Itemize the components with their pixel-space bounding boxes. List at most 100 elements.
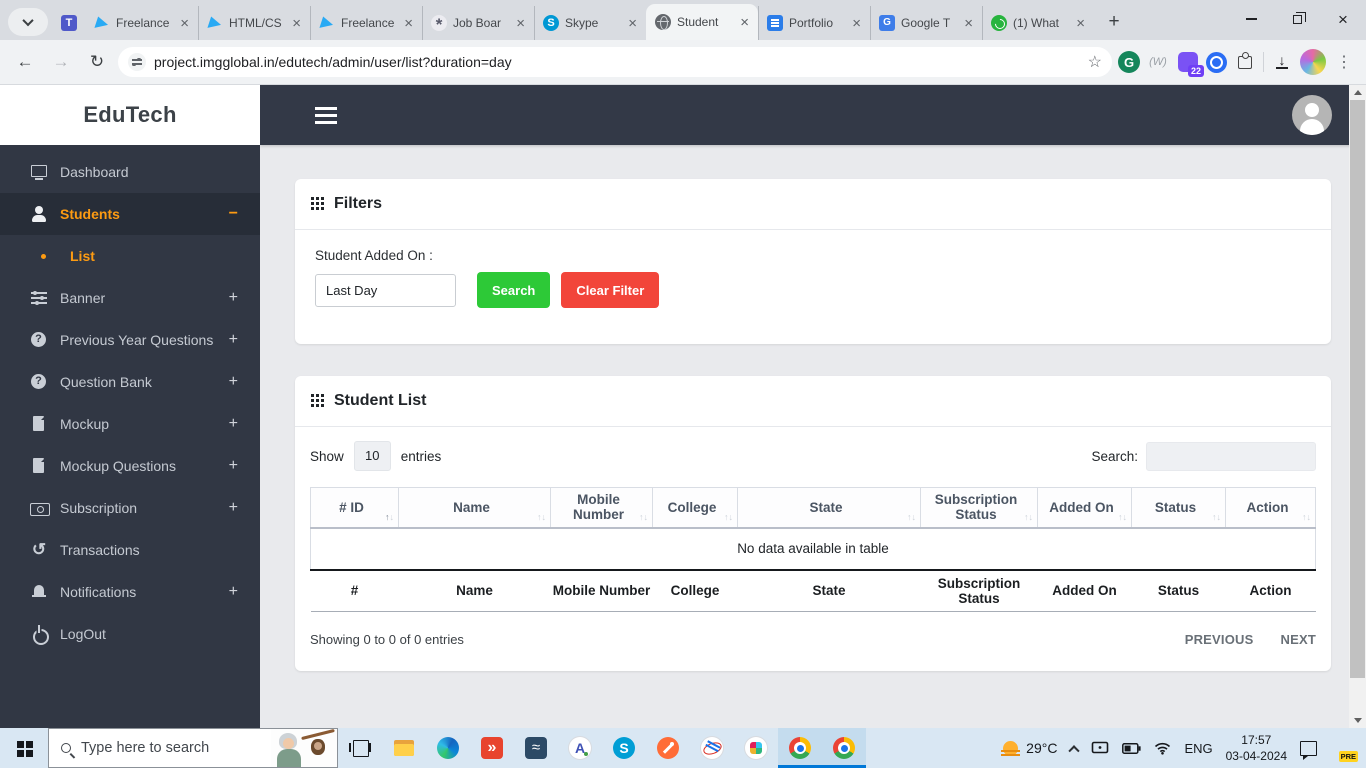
sidebar-item[interactable]: LogOut xyxy=(0,613,260,655)
tab-search-button[interactable] xyxy=(8,8,48,36)
next-page-button[interactable]: NEXT xyxy=(1281,632,1316,647)
expand-toggle-icon[interactable]: + xyxy=(229,415,238,433)
taskbar-search-box[interactable]: Type here to search xyxy=(48,728,338,768)
sidebar-item[interactable]: Mockup + xyxy=(0,403,260,445)
sidebar-item[interactable]: Banner + xyxy=(0,277,260,319)
browser-tab[interactable]: HTML/CS × xyxy=(198,6,310,40)
sidebar-item[interactable]: Dashboard xyxy=(0,151,260,193)
start-button[interactable] xyxy=(0,728,48,768)
sidebar-item[interactable]: List xyxy=(0,235,260,277)
scroll-down-arrow[interactable] xyxy=(1349,713,1366,728)
pinned-tab-teams[interactable] xyxy=(52,6,86,40)
minimize-button[interactable] xyxy=(1228,0,1274,38)
tab-close-icon[interactable]: × xyxy=(179,16,190,31)
site-settings-icon[interactable] xyxy=(128,53,146,71)
blue-extension-icon[interactable] xyxy=(1206,51,1227,73)
tab-close-icon[interactable]: × xyxy=(627,16,638,31)
taskbar-app[interactable] xyxy=(338,728,382,768)
taskbar-app[interactable] xyxy=(514,728,558,768)
tab-close-icon[interactable]: × xyxy=(739,15,750,30)
language-indicator[interactable]: ENG xyxy=(1184,741,1212,756)
tab-close-icon[interactable]: × xyxy=(291,16,302,31)
hamburger-menu-icon[interactable] xyxy=(315,106,337,110)
browser-tab[interactable]: Skype × xyxy=(534,6,646,40)
taskbar-app[interactable] xyxy=(382,728,426,768)
tab-close-icon[interactable]: × xyxy=(851,16,862,31)
downloads-button[interactable]: ↓ xyxy=(1270,50,1294,74)
grammarly-extension-icon[interactable]: G xyxy=(1118,51,1140,73)
column-header[interactable]: Added On ↑ ↓ xyxy=(1037,487,1132,529)
extensions-button[interactable] xyxy=(1233,50,1257,74)
sidebar-item[interactable]: Mockup Questions + xyxy=(0,445,260,487)
back-button[interactable]: ← xyxy=(10,47,40,77)
reload-button[interactable]: ↻ xyxy=(82,47,112,77)
taskbar-app[interactable] xyxy=(822,728,866,768)
notification-center-icon[interactable] xyxy=(1300,740,1317,760)
close-button[interactable]: × xyxy=(1320,0,1366,38)
browser-tab[interactable]: Portfolio × xyxy=(758,6,870,40)
sidebar-item[interactable]: Students − xyxy=(0,193,260,235)
column-header[interactable]: Action ↑ ↓ xyxy=(1225,487,1316,529)
weather-widget[interactable]: 29°C xyxy=(1001,740,1057,756)
sidebar-item[interactable]: Previous Year Questions + xyxy=(0,319,260,361)
expand-toggle-icon[interactable]: + xyxy=(229,457,238,475)
browser-profile-avatar[interactable] xyxy=(1300,49,1326,75)
table-search-input[interactable] xyxy=(1146,441,1316,471)
browser-tab[interactable]: Student × xyxy=(646,4,758,40)
user-avatar[interactable] xyxy=(1292,95,1332,135)
taskbar-app[interactable] xyxy=(558,728,602,768)
browser-tab[interactable]: Freelance × xyxy=(86,6,198,40)
tab-close-icon[interactable]: × xyxy=(515,16,526,31)
column-header[interactable]: # ID ↑ ↓ xyxy=(310,487,399,529)
url-text[interactable]: project.imgglobal.in/edutech/admin/user/… xyxy=(154,54,1080,70)
browser-tab[interactable]: Google T × xyxy=(870,6,982,40)
taskbar-app[interactable] xyxy=(646,728,690,768)
wireless-display-icon[interactable] xyxy=(1091,741,1109,755)
sidebar-item[interactable]: Transactions xyxy=(0,529,260,571)
wifi-icon[interactable] xyxy=(1154,742,1171,755)
scroll-up-arrow[interactable] xyxy=(1349,85,1366,100)
expand-toggle-icon[interactable]: + xyxy=(229,289,238,307)
expand-toggle-icon[interactable]: + xyxy=(229,583,238,601)
column-header[interactable]: Status ↑ ↓ xyxy=(1131,487,1226,529)
column-header[interactable]: Name ↑ ↓ xyxy=(398,487,551,529)
browser-tab[interactable]: (1) What × xyxy=(982,6,1094,40)
clock[interactable]: 17:57 03-04-2024 xyxy=(1226,732,1287,764)
battery-icon[interactable] xyxy=(1122,742,1142,754)
taskbar-app[interactable] xyxy=(778,728,822,768)
taskbar-app[interactable] xyxy=(602,728,646,768)
sidebar-item[interactable]: Question Bank + xyxy=(0,361,260,403)
sidebar-item[interactable]: Subscription + xyxy=(0,487,260,529)
column-header[interactable]: Subscription Status ↑ ↓ xyxy=(920,487,1038,529)
taskbar-app[interactable] xyxy=(470,728,514,768)
student-added-on-input[interactable] xyxy=(315,273,456,307)
search-button[interactable]: Search xyxy=(477,272,551,308)
expand-toggle-icon[interactable]: + xyxy=(229,331,238,349)
taskbar-app[interactable] xyxy=(734,728,778,768)
expand-toggle-icon[interactable]: − xyxy=(229,205,238,223)
clear-filter-button[interactable]: Clear Filter xyxy=(561,272,660,308)
taskbar-app[interactable] xyxy=(426,728,470,768)
page-length-select[interactable]: 10 xyxy=(353,441,391,471)
column-header[interactable]: College ↑ ↓ xyxy=(652,487,738,529)
taskbar-app[interactable] xyxy=(690,728,734,768)
restore-button[interactable] xyxy=(1274,0,1320,38)
address-bar[interactable]: project.imgglobal.in/edutech/admin/user/… xyxy=(118,47,1112,77)
browser-tab[interactable]: Job Boar × xyxy=(422,6,534,40)
scrollbar-thumb[interactable] xyxy=(1350,100,1365,678)
new-tab-button[interactable]: + xyxy=(1100,8,1128,36)
previous-page-button[interactable]: PREVIOUS xyxy=(1185,632,1254,647)
gray-extension-icon[interactable]: (W) xyxy=(1146,50,1170,74)
forward-button[interactable]: → xyxy=(46,47,76,77)
column-header[interactable]: Mobile Number ↑ ↓ xyxy=(550,487,653,529)
copilot-button[interactable]: PRE xyxy=(1330,734,1358,762)
browser-menu-button[interactable]: ⋮ xyxy=(1332,50,1356,74)
show-hidden-icons-chevron[interactable] xyxy=(1068,745,1081,757)
expand-toggle-icon[interactable]: + xyxy=(229,499,238,517)
sidebar-item[interactable]: Notifications + xyxy=(0,571,260,613)
browser-tab[interactable]: Freelance × xyxy=(310,6,422,40)
search-doodle-image[interactable] xyxy=(271,729,337,767)
tab-close-icon[interactable]: × xyxy=(1075,16,1086,31)
expand-toggle-icon[interactable]: + xyxy=(229,373,238,391)
tab-close-icon[interactable]: × xyxy=(403,16,414,31)
